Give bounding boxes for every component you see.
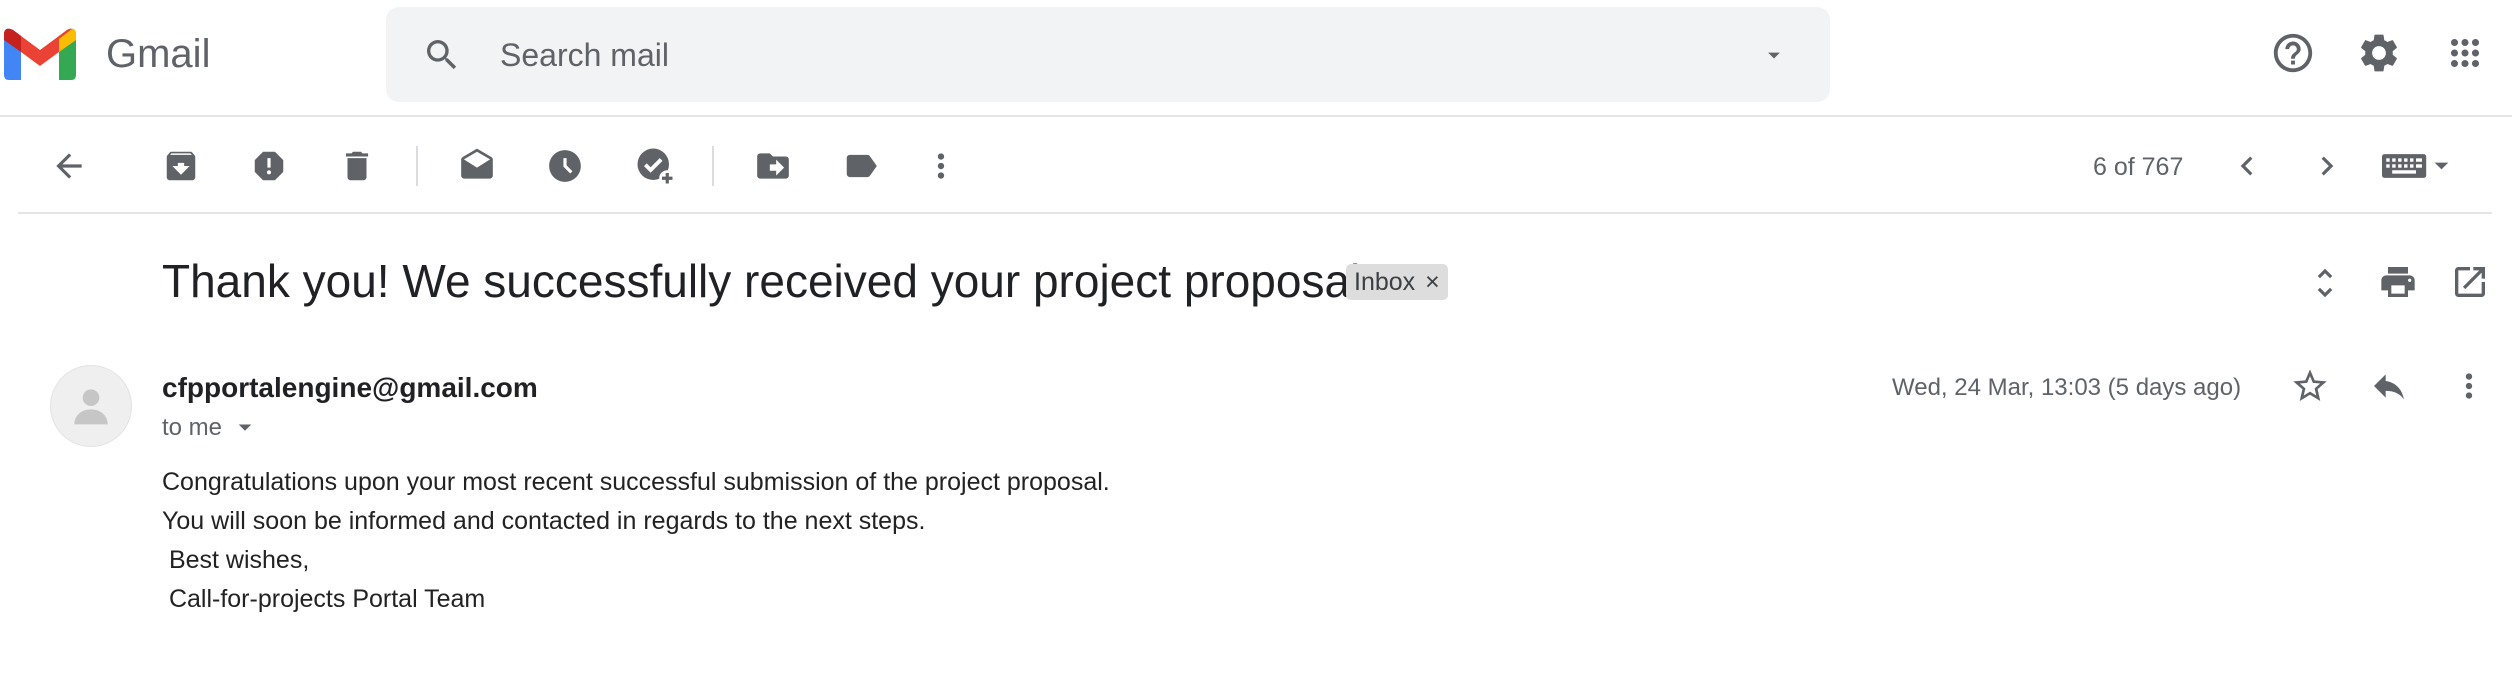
delete-trash-icon[interactable] <box>338 147 376 185</box>
help-icon[interactable] <box>2270 30 2316 76</box>
remove-label-icon[interactable]: × <box>1425 268 1440 297</box>
more-vertical-icon[interactable] <box>922 147 960 185</box>
apps-grid-icon[interactable] <box>2444 32 2486 74</box>
inbox-label-chip[interactable]: Inbox × <box>1346 264 1448 300</box>
app-name[interactable]: Gmail <box>106 32 210 77</box>
sender-email[interactable]: cfpportalengine@gmail.com <box>162 372 538 404</box>
show-details-dropdown-icon[interactable] <box>230 412 260 442</box>
toolbar-divider <box>18 212 2492 214</box>
add-to-tasks-icon[interactable] <box>634 145 676 187</box>
search-icon[interactable] <box>422 35 462 75</box>
label-tag-icon[interactable] <box>842 147 880 185</box>
chevron-left-icon[interactable] <box>2228 147 2266 185</box>
pagination-count: 6 of 767 <box>2093 153 2184 181</box>
email-body-line: Congratulations upon your most recent su… <box>162 468 1110 496</box>
expand-all-icon[interactable] <box>2306 262 2344 304</box>
email-body-line: Call-for-projects Portal Team <box>162 585 486 613</box>
recipient-label: to me <box>162 414 223 441</box>
message-more-options-icon[interactable] <box>2450 366 2488 406</box>
toolbar-separator <box>416 146 418 186</box>
toolbar-separator <box>712 146 714 186</box>
input-tools-keyboard-icon[interactable] <box>2382 149 2450 183</box>
email-date: Wed, 24 Mar, 13:03 (5 days ago) <box>1892 374 2242 401</box>
search-options-dropdown-icon[interactable] <box>1760 41 1788 69</box>
print-icon[interactable] <box>2378 262 2418 302</box>
snooze-clock-icon[interactable] <box>546 147 584 185</box>
report-spam-icon[interactable] <box>250 147 288 185</box>
chevron-right-icon[interactable] <box>2308 147 2346 185</box>
mark-as-unread-icon[interactable] <box>458 147 496 185</box>
archive-icon[interactable] <box>162 147 200 185</box>
email-body-line: You will soon be informed and contacted … <box>162 507 926 535</box>
gmail-logo-icon[interactable] <box>4 26 76 80</box>
search-bar[interactable]: Search mail <box>386 7 1830 102</box>
search-input[interactable]: Search mail <box>500 37 669 74</box>
star-icon[interactable] <box>2290 366 2330 406</box>
back-arrow-icon[interactable] <box>50 147 88 185</box>
settings-gear-icon[interactable] <box>2356 30 2402 76</box>
email-subject: Thank you! We successfully received your… <box>162 255 1374 307</box>
email-body-line: Best wishes, <box>162 546 310 574</box>
open-in-new-window-icon[interactable] <box>2450 262 2490 302</box>
person-avatar-icon <box>71 384 111 428</box>
move-to-icon[interactable] <box>754 147 792 185</box>
inbox-label-text: Inbox <box>1354 267 1416 296</box>
header-divider <box>0 115 2512 117</box>
reply-icon[interactable] <box>2368 366 2410 406</box>
sender-avatar[interactable] <box>50 365 132 447</box>
